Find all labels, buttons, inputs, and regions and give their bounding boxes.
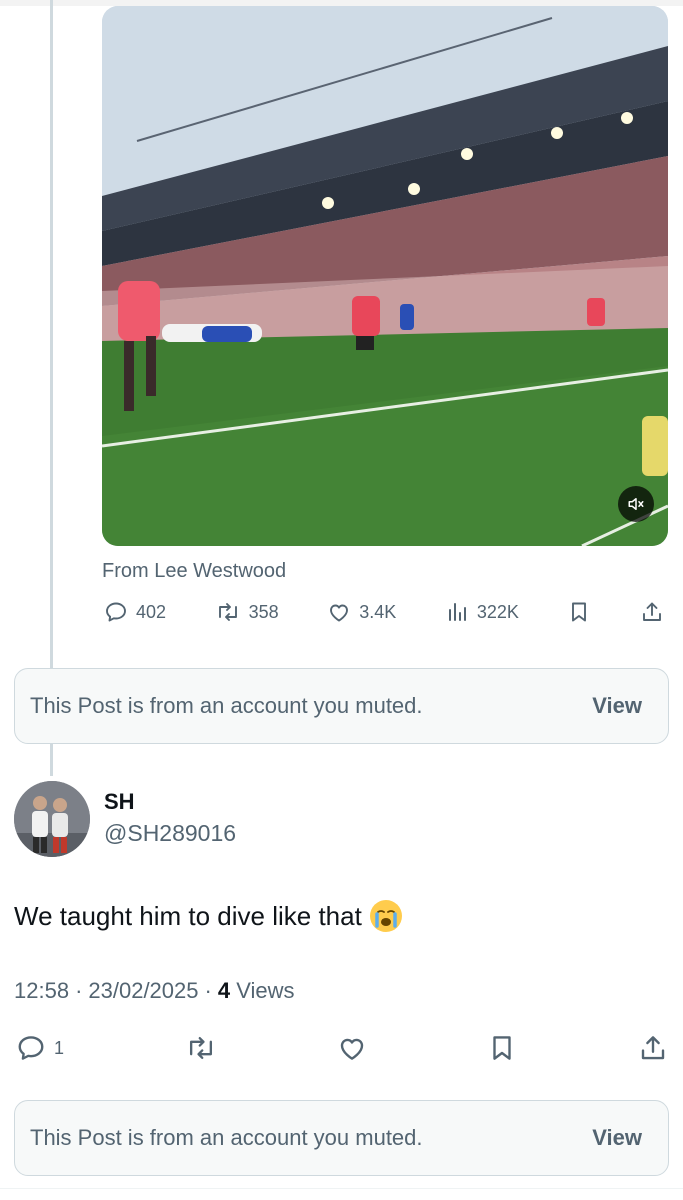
post-time[interactable]: 12:58: [14, 978, 69, 1004]
heart-icon: [340, 1038, 364, 1060]
heart-icon: [330, 604, 349, 622]
reply-button[interactable]: 402: [104, 600, 166, 624]
mute-toggle-button[interactable]: [618, 486, 654, 522]
muted-notice-text: This Post is from an account you muted.: [30, 693, 423, 718]
quoted-post-actions: 402 358 3.4K 322K: [104, 600, 664, 624]
views-button[interactable]: 322K: [445, 600, 519, 624]
video-player[interactable]: [102, 6, 668, 546]
reply-count: 402: [136, 601, 167, 622]
crying-face-icon: [370, 901, 401, 931]
share-icon: [643, 602, 661, 621]
like-button[interactable]: 3.4K: [327, 600, 396, 624]
share-button[interactable]: [638, 1033, 668, 1063]
meta-separator: ·: [75, 978, 83, 1003]
like-button[interactable]: [337, 1033, 367, 1063]
share-button[interactable]: [640, 600, 664, 624]
repost-button[interactable]: 358: [215, 600, 279, 624]
post-date[interactable]: 23/02/2025: [88, 978, 198, 1004]
bottom-divider: [0, 1188, 683, 1200]
bookmark-icon: [493, 1036, 512, 1060]
bookmark-icon: [572, 602, 587, 622]
post-actions: 1: [16, 1033, 668, 1063]
views-count: 322K: [476, 601, 519, 622]
muted-post-notice: This Post is from an account you muted. …: [14, 668, 669, 744]
views-count: 4: [217, 978, 231, 1003]
speaker-muted-icon: [628, 498, 644, 510]
repost-icon: [189, 1036, 212, 1060]
like-count: 3.4K: [359, 601, 397, 622]
reply-icon: [18, 1036, 44, 1060]
reply-count: 1: [54, 1037, 65, 1058]
view-muted-post-button[interactable]: View: [592, 693, 642, 719]
view-muted-post-button[interactable]: View: [592, 1125, 642, 1151]
avatar[interactable]: [14, 781, 90, 857]
post-text-container: We taught him to dive like that: [14, 900, 402, 932]
views-label: Views: [236, 978, 295, 1003]
meta-separator: ·: [204, 978, 212, 1003]
post-views: 4 Views: [218, 978, 295, 1004]
display-name[interactable]: SH: [104, 789, 135, 815]
analytics-icon: [448, 603, 466, 621]
repost-icon: [218, 603, 237, 621]
muted-post-notice-2: This Post is from an account you muted. …: [14, 1100, 669, 1176]
video-attribution[interactable]: From Lee Westwood: [102, 560, 286, 583]
muted-notice-text: This Post is from an account you muted.: [30, 1125, 423, 1150]
loudly-crying-face-emoji: [369, 900, 402, 932]
bookmark-button[interactable]: [567, 600, 591, 624]
thread-connector-line: [50, 0, 53, 668]
avatar-photo: [14, 781, 90, 857]
repost-button[interactable]: [185, 1033, 217, 1063]
video-frame: [102, 6, 668, 546]
post-text: We taught him to dive like that: [14, 900, 362, 931]
repost-count: 358: [248, 601, 279, 622]
share-icon: [641, 1036, 665, 1060]
post-metadata: 12:58 · 23/02/2025 · 4 Views: [14, 978, 295, 1004]
thread-connector-line-2: [50, 744, 53, 776]
bookmark-button[interactable]: [487, 1033, 517, 1063]
user-handle[interactable]: @SH289016: [104, 820, 236, 847]
reply-button[interactable]: 1: [16, 1033, 64, 1063]
reply-icon: [106, 602, 126, 622]
